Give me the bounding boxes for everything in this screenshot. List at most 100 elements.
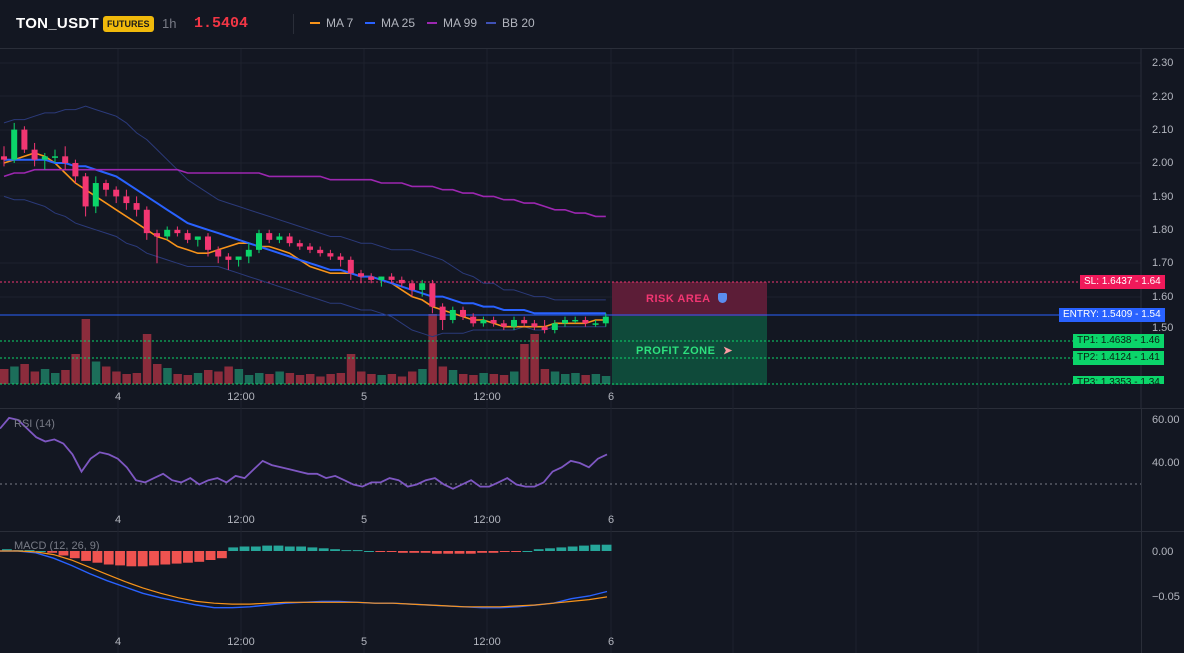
volume-bar [397, 376, 407, 384]
macd-histogram-bar [183, 551, 193, 563]
macd-tick: 0.00 [1152, 546, 1174, 558]
volume-bar [591, 374, 601, 384]
macd-histogram-bar [149, 551, 159, 566]
candle-body [164, 229, 171, 237]
candle-body [11, 129, 18, 160]
stop-loss-label[interactable]: SL: 1.6437 - 1.64 [1080, 275, 1165, 289]
candle-body [398, 279, 405, 284]
macd-histogram-bar [81, 551, 92, 561]
candle-body [235, 256, 242, 260]
macd-time-tick: 4 [114, 636, 122, 648]
price-tick: 2.00 [1152, 157, 1174, 169]
volume-bar [520, 344, 529, 384]
volume-bar [234, 369, 244, 384]
volume-bar [30, 371, 40, 384]
macd-histogram-bar [556, 547, 567, 551]
volume-bar [499, 375, 509, 384]
candle-body [215, 249, 222, 257]
profit-zone-label: PROFIT ZONE ➤ [636, 344, 733, 357]
candle-body [429, 283, 436, 307]
candle-body [307, 246, 313, 250]
macd-histogram-bar [69, 551, 80, 559]
volume-bar [367, 374, 376, 384]
time-tick: 12:00 [473, 391, 501, 403]
price-tick: 2.30 [1152, 57, 1174, 69]
volume-bar [418, 369, 427, 384]
price-tick: 1.80 [1152, 224, 1174, 236]
volume-bar [51, 373, 60, 384]
volume-bar [326, 374, 335, 384]
rsi-tick: 60.00 [1152, 414, 1180, 426]
candle-body [113, 189, 120, 197]
candle-body [470, 316, 477, 324]
time-tick: 4 [114, 391, 122, 403]
chart-canvas[interactable] [0, 0, 1184, 653]
macd-histogram-bar [488, 551, 499, 553]
candle-body [21, 129, 28, 150]
macd-histogram-bar [318, 548, 329, 551]
macd-histogram-bar [194, 551, 205, 562]
profit-zone-text: PROFIT ZONE [636, 345, 716, 357]
volume-bar [61, 370, 70, 384]
rsi-time-tick: 12:00 [227, 514, 255, 526]
candle-body [62, 156, 69, 163]
candle-body [500, 323, 507, 327]
candle-body [154, 233, 160, 237]
macd-tick: −0.05 [1152, 591, 1180, 603]
macd-signal-line [0, 550, 608, 608]
candle-body [388, 276, 395, 280]
risk-area-label: RISK AREA [646, 293, 727, 305]
tp2-label[interactable]: TP2: 1.4124 - 1.41 [1073, 351, 1164, 365]
macd-histogram-bar [92, 551, 103, 563]
macd-histogram-bar [352, 550, 363, 552]
candle-body [174, 229, 181, 234]
volume-bar [275, 371, 284, 384]
candle-body [266, 233, 273, 240]
volume-bar [173, 374, 182, 384]
candle-body [439, 306, 446, 320]
price-tick: 1.70 [1152, 257, 1174, 269]
candle-body [460, 309, 466, 317]
tp3-label[interactable]: TP3: 1.3353 - 1.34 [1073, 376, 1164, 384]
volume-bar [91, 361, 101, 384]
macd-line [0, 550, 608, 609]
volume-bar [183, 375, 193, 384]
price-tick: 1.90 [1152, 191, 1174, 203]
candle-body [602, 316, 609, 324]
candle-body [52, 156, 58, 158]
volume-bar [377, 375, 386, 384]
macd-histogram-bar [126, 551, 137, 567]
candle-body [449, 309, 456, 320]
rsi-time-tick: 5 [360, 514, 368, 526]
candle-body [123, 196, 130, 204]
macd-time-tick: 5 [360, 636, 368, 648]
macd-histogram-bar [250, 546, 261, 551]
macd-histogram-bar [364, 551, 374, 552]
macd-histogram-bar [386, 551, 397, 552]
macd-histogram-bar [239, 546, 250, 551]
volume-bar [581, 375, 590, 384]
volume-bar [224, 366, 233, 384]
volume-bar [510, 371, 519, 384]
candle-body [103, 183, 109, 190]
rsi-tick: 40.00 [1152, 457, 1180, 469]
macd-histogram-bar [477, 551, 488, 553]
volume-bar [244, 375, 254, 384]
tp1-label[interactable]: TP1: 1.4638 - 1.46 [1073, 334, 1164, 348]
volume-bar [10, 366, 19, 384]
volume-bar [408, 371, 417, 384]
macd-histogram-bar [499, 551, 510, 552]
candle-body [276, 236, 283, 240]
ma7-line [3, 152, 606, 328]
macd-histogram-bar [601, 544, 612, 551]
entry-label[interactable]: ENTRY: 1.5409 - 1.54 [1059, 308, 1165, 322]
bb-lower-line [3, 195, 606, 338]
macd-histogram-bar [137, 551, 148, 567]
macd-histogram-bar [511, 551, 521, 552]
macd-histogram-bar [579, 545, 589, 551]
candle-body [531, 323, 538, 327]
volume-bar [428, 314, 437, 384]
macd-title: MACD (12, 26, 9) [14, 540, 100, 552]
candle-body [521, 319, 528, 324]
volume-bar [357, 371, 366, 384]
